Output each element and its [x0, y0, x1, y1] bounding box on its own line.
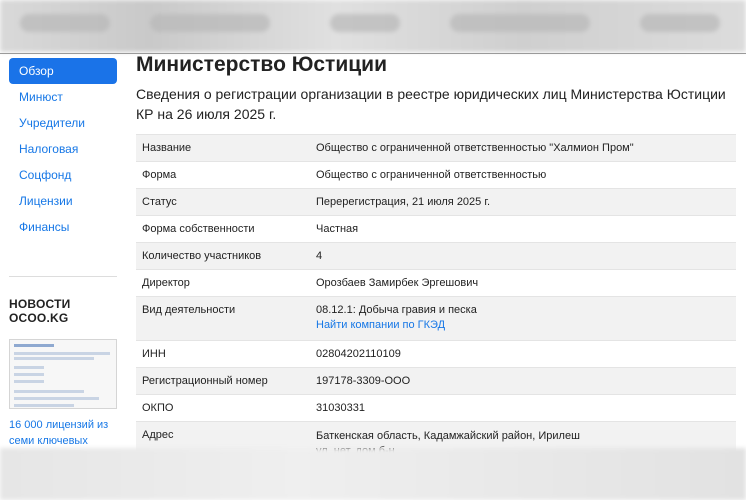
table-row: Форма Общество с ограниченной ответствен… [136, 161, 736, 189]
row-label: Директор [136, 269, 310, 297]
row-value: Баткенская область, Кадамжайский район, … [316, 430, 580, 442]
news-link-line2: семи ключевых [9, 435, 88, 447]
row-value: 197178-3309-ООО [310, 367, 736, 395]
table-row: Вид деятельности 08.12.1: Добыча гравия … [136, 296, 736, 341]
table-row: Количество участников 4 [136, 242, 736, 270]
row-value: Перерегистрация, 21 июля 2025 г. [310, 188, 736, 216]
table-row: Название Общество с ограниченной ответст… [136, 134, 736, 162]
row-value-cell: 08.12.1: Добыча гравия и песка Найти ком… [310, 296, 736, 341]
sidebar-divider [9, 276, 117, 277]
blurred-footer [0, 448, 746, 500]
row-value: Общество с ограниченной ответственностью… [310, 134, 736, 162]
row-label: Вид деятельности [136, 296, 310, 341]
sidebar-item-licenses[interactable]: Лицензии [9, 188, 117, 214]
table-row: Форма собственности Частная [136, 215, 736, 243]
row-label: Статус [136, 188, 310, 216]
sidebar-item-overview[interactable]: Обзор [9, 58, 117, 84]
news-heading: НОВОСТИ OCOO.KG [9, 297, 71, 325]
main-content: Министерство Юстиции Сведения о регистра… [136, 54, 736, 462]
row-label: Количество участников [136, 242, 310, 270]
sidebar-item-tax[interactable]: Налоговая [9, 136, 117, 162]
table-row: Регистрационный номер 197178-3309-ООО [136, 367, 736, 395]
sidebar-item-founders[interactable]: Учредители [9, 110, 117, 136]
table-row: Статус Перерегистрация, 21 июля 2025 г. [136, 188, 736, 216]
row-label: Форма собственности [136, 215, 310, 243]
row-value: 31030331 [310, 394, 736, 422]
table-row: Директор Орозбаев Замирбек Эргешович [136, 269, 736, 297]
sidebar-item-social-fund[interactable]: Соцфонд [9, 162, 117, 188]
row-label: Форма [136, 161, 310, 189]
sidebar-item-finances[interactable]: Финансы [9, 214, 117, 240]
news-link-line1: 16 000 лицензий из [9, 419, 109, 431]
news-thumbnail[interactable] [9, 339, 117, 409]
row-value: 08.12.1: Добыча гравия и песка [316, 304, 477, 316]
row-value: Орозбаев Замирбек Эргешович [310, 269, 736, 297]
blurred-header [0, 0, 746, 52]
row-label: ОКПО [136, 394, 310, 422]
row-label: Регистрационный номер [136, 367, 310, 395]
row-value: Общество с ограниченной ответственностью [310, 161, 736, 189]
table-row: ОКПО 31030331 [136, 394, 736, 422]
find-by-okved-link[interactable]: Найти компании по ГКЭД [316, 319, 730, 331]
page-title: Министерство Юстиции [136, 53, 387, 76]
row-value: Частная [310, 215, 736, 243]
news-link[interactable]: 16 000 лицензий из семи ключевых [9, 417, 117, 449]
page-subtitle: Сведения о регистрации организации в рее… [136, 86, 726, 122]
sidebar-item-minjust[interactable]: Минюст [9, 84, 117, 110]
row-label: Название [136, 134, 310, 162]
row-value: 02804202110109 [310, 340, 736, 368]
registration-table: Название Общество с ограниченной ответст… [136, 134, 736, 462]
row-value: 4 [310, 242, 736, 270]
row-label: ИНН [136, 340, 310, 368]
sidebar-nav: Обзор Минюст Учредители Налоговая Соцфон… [9, 58, 117, 449]
table-row: ИНН 02804202110109 [136, 340, 736, 368]
